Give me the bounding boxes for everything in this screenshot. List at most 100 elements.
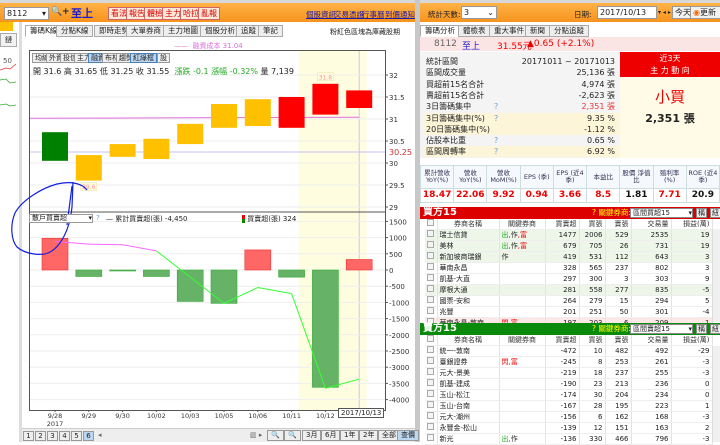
table-row[interactable]: 永豐金-松山 -139 12 151 163 2 [425, 422, 713, 434]
sell-broker-select[interactable]: 區間賣超15 ▾ [630, 324, 693, 334]
row-checkbox[interactable] [425, 295, 438, 307]
date-stepper[interactable]: ▾ ◂ ▸ [658, 6, 671, 19]
table-row[interactable]: 摩根大通 281 558 277 835 -5 [425, 284, 713, 296]
scroll-arrows[interactable]: ▥ ▸ [250, 431, 262, 439]
tab-left-5[interactable]: 個股分析 [200, 25, 240, 37]
row-checkbox[interactable] [425, 240, 438, 252]
buy-scrollbar[interactable] [712, 229, 720, 322]
range-button[interactable]: 2年 [359, 430, 379, 441]
row-checkbox[interactable] [425, 306, 438, 318]
tab-right-4[interactable]: 分點追蹤 [549, 25, 589, 37]
table-row[interactable]: 凱基-大直 297 300 3 303 9 [425, 273, 713, 285]
zoom-in-icon[interactable]: 🔍 [284, 430, 301, 441]
stat-days-select[interactable]: 3 ⌄ [461, 6, 497, 19]
stats-row: 20日籌碼集中(%) -1.12 % [424, 123, 619, 135]
buy-broker-select[interactable]: 區間買超15 ▾ [630, 208, 693, 218]
tab-left-7[interactable]: 筆記 [258, 25, 283, 37]
row-checkbox[interactable] [425, 345, 438, 357]
table-row[interactable]: 凱基-建成 -190 23 213 236 0 [425, 378, 713, 390]
table-row[interactable]: 元大-潮州 -156 6 162 168 -3 [425, 411, 713, 423]
page-button[interactable]: 4 [59, 431, 70, 441]
key-broker-tags: 出,作,富 [499, 240, 546, 252]
row-checkbox[interactable] [425, 273, 438, 285]
zoom-out-icon[interactable]: 🔍 [267, 430, 284, 441]
select-all-checkbox[interactable] [425, 219, 438, 230]
row-checkbox[interactable] [425, 433, 438, 445]
broker-name: 凱基-大直 [437, 273, 500, 285]
table-row[interactable]: 瑞士信貸 出,作,富 1477 2006 529 2535 19 [425, 229, 713, 241]
help-icon[interactable]: ? [494, 113, 498, 124]
lower-indicator-select[interactable]: 散戶買賣超 ▾ [29, 214, 93, 223]
row-checkbox[interactable] [425, 229, 438, 241]
candle-box [312, 83, 339, 115]
cell: 50 [605, 306, 632, 318]
range-button[interactable]: 3月 [302, 430, 322, 441]
row-checkbox[interactable] [425, 262, 438, 274]
table-row[interactable]: 玉山-台南 -167 28 195 223 1 [425, 400, 713, 412]
row-checkbox[interactable] [425, 251, 438, 263]
range-button[interactable]: 1年 [340, 430, 360, 441]
table-row[interactable]: 統一-敦南 -472 10 482 492 -29 [425, 345, 713, 357]
buy-panel-button-2[interactable]: 紐 [710, 208, 720, 218]
help-icon[interactable]: ? [96, 214, 100, 222]
cell: 301 [631, 306, 672, 318]
stock-line-name: 至上 [462, 42, 481, 52]
tab-right-2[interactable]: 重大事件 [489, 25, 529, 37]
column-header: 關鍵券商 [499, 219, 546, 230]
row-checkbox[interactable] [425, 378, 438, 390]
range-button[interactable]: 查價 [397, 430, 419, 441]
page-button[interactable]: 1 [23, 431, 34, 441]
page-button[interactable]: 6 [83, 431, 94, 441]
row-checkbox[interactable] [425, 284, 438, 296]
table-row[interactable]: 元大-景美 -219 18 237 255 -3 [425, 367, 713, 379]
row-checkbox[interactable] [425, 356, 438, 368]
table-row[interactable]: 華南永昌 328 565 237 802 3 [425, 262, 713, 274]
select-all-checkbox[interactable] [425, 335, 438, 346]
toolbar-button[interactable]: 亂報 [198, 7, 220, 20]
table-header: 券商名稱 關鍵券商 買賣超 買張 賣張 交易量 損益(萬) [425, 219, 713, 230]
buy-panel-button[interactable]: 稱 [696, 208, 707, 218]
page-button[interactable]: 3 [47, 431, 58, 441]
chevron-down-icon: ▾ [688, 209, 692, 217]
scroll-left-icon[interactable]: ◂ [98, 431, 102, 439]
sell-panel-button-2[interactable]: 紐 [710, 324, 720, 334]
row-checkbox[interactable] [425, 389, 438, 401]
tab-left-1[interactable]: 分點K線 [56, 25, 94, 37]
toolbar-link[interactable]: 行事曆 [362, 9, 385, 20]
tab-right-1[interactable]: 體檢表 [458, 25, 491, 37]
table-row[interactable]: 美林 出,作,富 679 705 26 731 19 [425, 240, 713, 252]
row-checkbox[interactable] [425, 400, 438, 412]
row-checkbox[interactable] [425, 367, 438, 379]
range-button[interactable]: 6月 [321, 430, 341, 441]
cell: 466 [605, 433, 632, 445]
tab-left-3[interactable]: 大單券商 [126, 25, 166, 37]
refresh-button[interactable]: ◉更新 [690, 6, 720, 19]
table-row[interactable]: 新光 出,作 -136 330 466 796 -3 [425, 433, 713, 445]
help-icon[interactable]: ? [494, 135, 498, 146]
help-icon[interactable]: ? [494, 101, 498, 112]
sell-scrollbar[interactable] [712, 346, 720, 442]
page-button[interactable]: 5 [71, 431, 82, 441]
tab-left-4[interactable]: 主力地圖 [163, 25, 203, 37]
toolbar-link[interactable]: 個股資訊 [306, 9, 336, 20]
toolbar-link[interactable]: 到價通知 [385, 9, 415, 20]
cell: 1477 [545, 229, 580, 241]
table-row[interactable]: 兆豐 201 251 50 301 -4 [425, 306, 713, 318]
help-icon[interactable]: ? [149, 53, 157, 63]
tab-right-3[interactable]: 新聞 [525, 25, 550, 37]
table-row[interactable]: 臺銀證券 閃,富 -245 8 253 261 -3 [425, 356, 713, 368]
table-row[interactable]: 國票-安和 264 279 15 294 5 [425, 295, 713, 307]
chart-button[interactable]: 設 [157, 53, 170, 63]
row-checkbox[interactable] [425, 422, 438, 434]
stat-days-label: 統計天數: [428, 10, 461, 19]
date-input[interactable]: 2017/10/13 [597, 6, 657, 19]
row-checkbox[interactable] [425, 411, 438, 423]
table-row[interactable]: 玉山-松江 -174 30 204 234 0 [425, 389, 713, 401]
help-icon[interactable]: ? [494, 146, 498, 157]
sell-panel-button[interactable]: 稱 [696, 324, 707, 334]
table-row[interactable]: 新加坡商瑞銀作 419 531 112 643 3 [425, 251, 713, 263]
page-button[interactable]: 2 [35, 431, 46, 441]
tab-right-0[interactable]: 籌碼分析 [420, 25, 460, 37]
fundamental-value: 9.92 [486, 188, 521, 203]
toolbar-link[interactable]: 交易憑證 [334, 9, 364, 20]
